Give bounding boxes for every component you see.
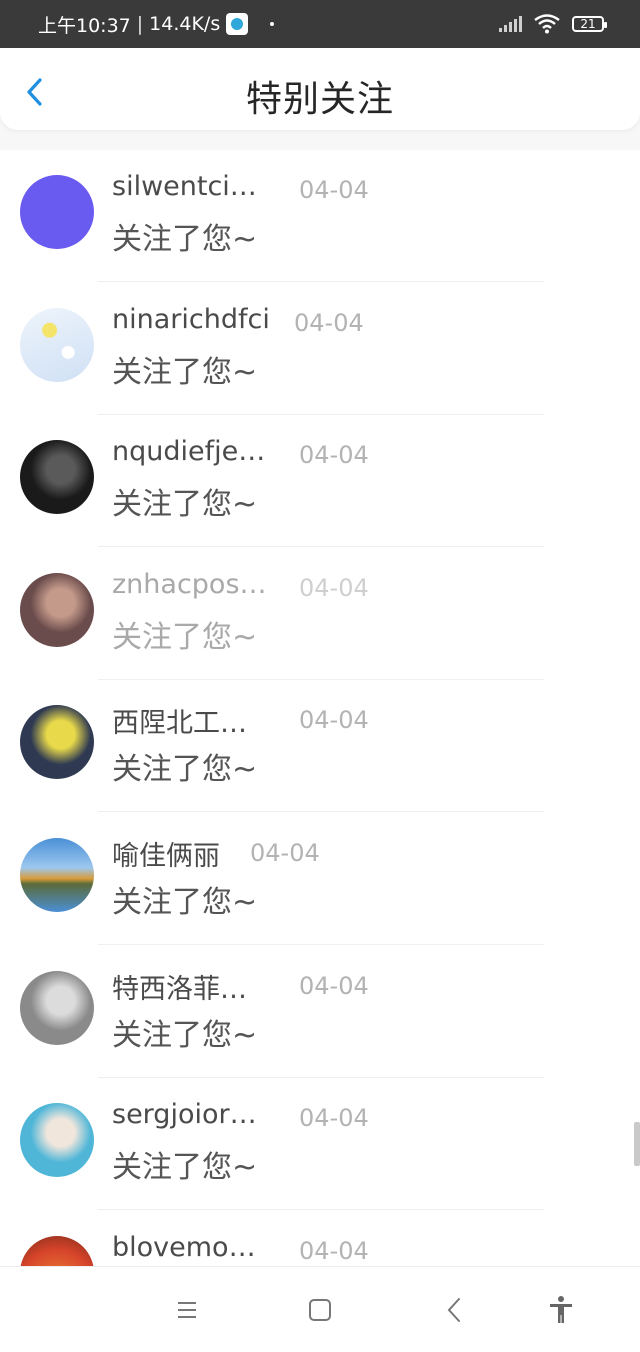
list-item[interactable]: nqudiefje… 04-04 关注了您~ [0, 415, 640, 548]
user-name[interactable]: 喻佳俩丽 [112, 834, 220, 873]
avatar-leaves-avatar[interactable] [20, 1235, 94, 1266]
notification-message: 关注了您~ [112, 752, 258, 788]
notification-date: 04-04 [250, 839, 320, 867]
list-item[interactable]: blovemo…04-04关注了您~ [0, 1211, 640, 1266]
menu-icon[interactable] [170, 1293, 204, 1327]
notification-message: 关注了您~ [112, 1150, 258, 1186]
app-notification-icon [226, 13, 249, 35]
notification-message: 关注了您~ [112, 885, 258, 920]
avatar-portrait-avatar[interactable] [20, 705, 94, 780]
avatar-text-badge-avatar[interactable] [20, 175, 94, 249]
notification-date: 04-04 [299, 706, 369, 735]
accessibility-icon[interactable] [544, 1293, 578, 1327]
notification-date: 04-04 [294, 308, 364, 337]
home-square-icon[interactable] [303, 1293, 337, 1327]
header: 特别关注 [0, 48, 640, 130]
avatar-daisy-avatar[interactable] [20, 307, 94, 382]
status-right: 21 [499, 14, 607, 34]
user-name[interactable]: silwentci… [112, 171, 257, 202]
list-item[interactable]: 西陧北工… 04-04 关注了您~ [0, 680, 640, 813]
user-name[interactable]: 特西洛菲… [112, 967, 247, 1006]
notification-date: 04-04 [299, 176, 369, 204]
network-speed: 14.4K/s [149, 13, 221, 35]
battery-level: 21 [580, 17, 596, 31]
notification-message: 关注了您~ [112, 354, 258, 390]
status-bar: 上午10:37 | 14.4K/s 21 [0, 0, 640, 48]
notification-date: 04-04 [299, 1236, 369, 1265]
list-item[interactable]: silwentci… 04-04 关注了您~ [0, 150, 640, 282]
notification-message: 关注了您~ [112, 619, 258, 655]
notification-date: 04-04 [299, 441, 369, 470]
user-name[interactable]: sergjoior… [112, 1099, 257, 1130]
notification-message: 关注了您~ [112, 1017, 258, 1053]
avatar-portrait-avatar[interactable] [20, 572, 94, 647]
notification-date: 04-04 [299, 573, 369, 602]
page-title: 特别关注 [245, 79, 394, 120]
scrollbar-thumb[interactable] [634, 1122, 640, 1166]
list-item[interactable]: 特西洛菲… 04-04 关注了您~ [0, 946, 640, 1078]
status-left: 上午10:37 | 14.4K/s [38, 11, 275, 38]
notification-date: 04-04 [299, 1104, 369, 1133]
battery-icon: 21 [572, 16, 607, 32]
list-item[interactable]: ninarichdfci 04-04 关注了您~ [0, 283, 640, 415]
list-item[interactable]: znhacpos… 04-04 关注了您~ [0, 548, 640, 680]
avatar-portrait-avatar[interactable] [20, 440, 94, 515]
notification-date: 04-04 [299, 971, 369, 1000]
list-item[interactable]: sergjoior… 04-04 关注了您~ [0, 1078, 640, 1211]
status-separator: | [136, 13, 144, 35]
signal-icon [499, 16, 522, 32]
user-name[interactable]: znhacpos… [112, 569, 267, 600]
wifi-icon [534, 14, 560, 34]
notification-list[interactable]: silwentci… 04-04 关注了您~ ninarichdfci 04-04 关注了… [0, 150, 640, 1266]
notification-dot-icon [270, 22, 275, 26]
back-triangle-icon[interactable] [438, 1293, 472, 1327]
system-navigation-bar [0, 1266, 640, 1352]
status-time: 上午10:37 [38, 14, 131, 37]
notification-message: 关注了您~ [112, 222, 258, 257]
avatar-landscape-avatar[interactable] [20, 838, 94, 912]
user-name[interactable]: ninarichdfci [112, 304, 270, 335]
user-name[interactable]: nqudiefje… [112, 436, 265, 467]
list-item[interactable]: 喻佳俩丽 04-04 关注了您~ [0, 813, 640, 945]
avatar-portrait-avatar[interactable] [20, 1103, 94, 1178]
user-name[interactable]: 西陧北工… [112, 701, 247, 740]
notification-message: 关注了您~ [112, 487, 258, 523]
user-name[interactable]: blovemo… [112, 1232, 256, 1263]
avatar-portrait-avatar[interactable] [20, 970, 94, 1045]
